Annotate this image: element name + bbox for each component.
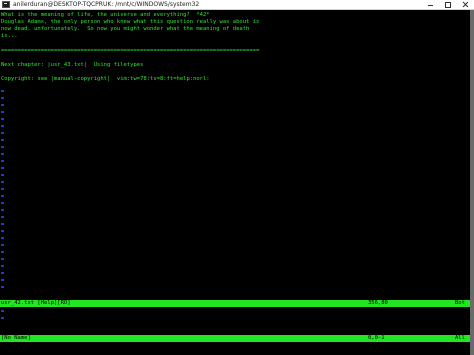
tilde-marker <box>1 111 4 113</box>
buffer-line: is... <box>1 33 18 39</box>
vertical-scrollbar[interactable] <box>470 10 474 355</box>
tilde-marker <box>1 181 4 183</box>
tilde-marker <box>1 230 4 232</box>
tilde-marker <box>1 237 4 239</box>
tilde-marker <box>1 258 4 260</box>
tilde-marker <box>1 272 4 274</box>
tilde-marker <box>1 286 4 288</box>
tilde-marker <box>1 125 4 127</box>
tilde-marker <box>1 174 4 176</box>
help-status-line: usr_42.txt [Help][RO] 356,80 Bot <box>0 300 470 307</box>
noname-status-filename: [No Name] <box>1 335 31 341</box>
tilde-marker <box>1 202 4 204</box>
tilde-marker <box>1 265 4 267</box>
tilde-marker <box>1 167 4 169</box>
tilde-marker <box>1 97 4 99</box>
noname-status-position: 0,0-1 <box>368 335 385 341</box>
next-chapter-link[interactable]: usr_43.txt <box>51 62 84 68</box>
command-line[interactable] <box>0 343 470 351</box>
tilde-marker <box>1 223 4 225</box>
terminal-app-icon <box>2 1 10 8</box>
title-bar[interactable]: anilerduran@DESKTOP-TQCPRUK: /mnt/c/WIND… <box>0 0 474 10</box>
help-status-scroll: Bot <box>455 300 465 306</box>
tilde-marker <box>1 251 4 253</box>
help-status-filename: usr_42.txt [Help][RO] <box>1 300 71 306</box>
section-separator: ========================================… <box>1 48 260 54</box>
tilde-marker <box>1 244 4 246</box>
buffer-line: now dead, unfortunately. So now you migh… <box>1 26 250 32</box>
next-chapter-text: Using filetypes <box>87 62 144 68</box>
tilde-marker <box>1 279 4 281</box>
next-chapter-line: Next chapter: |usr_43.txt| Using filetyp… <box>1 62 143 69</box>
noname-status-line: [No Name] 0,0-1 All <box>0 335 470 342</box>
tilde-marker <box>1 216 4 218</box>
copyright-label: Copyright: see <box>1 76 51 82</box>
tilde-marker <box>1 209 4 211</box>
tilde-marker <box>1 188 4 190</box>
tilde-marker <box>1 132 4 134</box>
scrollbar-thumb[interactable] <box>470 10 474 355</box>
close-icon[interactable] <box>458 0 473 9</box>
modeline-text: vim:tw=78:ts=8:ft=help:norl: <box>110 76 210 82</box>
next-chapter-label: Next chapter: <box>1 62 48 68</box>
terminal-window[interactable]: What is the meaning of life, the univers… <box>0 10 470 355</box>
tilde-marker <box>1 310 4 312</box>
window-title: anilerduran@DESKTOP-TQCPRUK: /mnt/c/WIND… <box>13 1 200 8</box>
maximize-icon[interactable] <box>440 0 455 9</box>
tilde-marker <box>1 104 4 106</box>
copyright-line: Copyright: see |manual-copyright| vim:tw… <box>1 76 210 83</box>
tilde-marker <box>1 195 4 197</box>
buffer-line: Douglas Adams, the only person who knew … <box>1 19 260 25</box>
tilde-marker <box>1 153 4 155</box>
buffer-line: What is the meaning of life, the univers… <box>1 12 210 18</box>
tilde-marker <box>1 139 4 141</box>
tilde-marker <box>1 160 4 162</box>
tilde-marker <box>1 317 4 319</box>
manual-copyright-link[interactable]: manual-copyright <box>54 76 107 82</box>
minimize-icon[interactable] <box>423 0 438 9</box>
noname-status-scroll: All <box>455 335 465 341</box>
tilde-marker <box>1 90 4 92</box>
help-status-position: 356,80 <box>368 300 388 306</box>
tilde-marker <box>1 118 4 120</box>
tilde-marker <box>1 146 4 148</box>
